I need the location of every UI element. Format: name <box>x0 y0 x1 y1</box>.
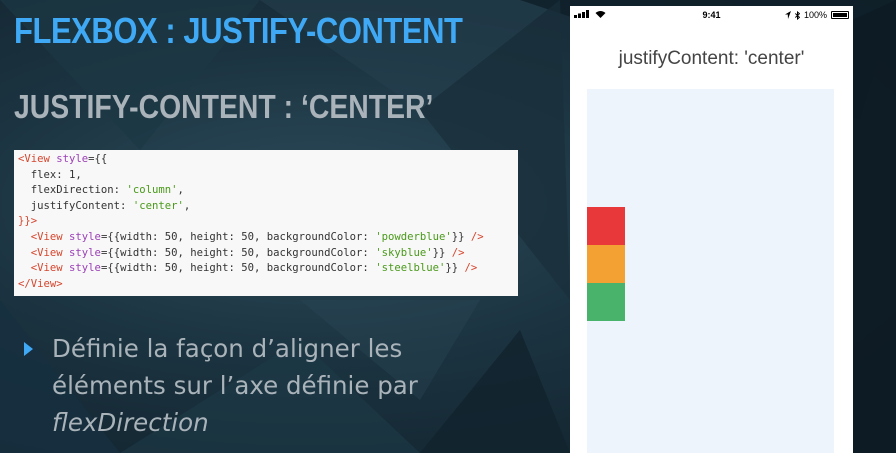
location-icon <box>784 11 791 19</box>
code-token: <View <box>18 230 63 243</box>
bullet-text: Définie la façon d’aligner les éléments … <box>52 330 513 441</box>
code-token: <View <box>18 246 63 259</box>
phone-heading: justifyContent: 'center' <box>618 48 805 69</box>
code-token: }} <box>451 230 471 243</box>
code-token: /> <box>470 230 484 243</box>
green-box <box>587 283 625 321</box>
slide-title: FLEXBOX : JUSTIFY-CONTENT <box>14 10 463 51</box>
code-token: <View <box>18 262 63 275</box>
bullet-line-3: flexDirection <box>52 408 209 437</box>
code-token: ={{width: 50, height: 50, backgroundColo… <box>100 262 376 275</box>
code-token: </View> <box>18 277 63 290</box>
battery-percent: 100% <box>803 10 827 20</box>
code-token: style <box>49 153 89 165</box>
bullet-line-2: éléments sur l’axe définie par <box>52 371 418 400</box>
code-line: <View style={{ <box>18 152 518 168</box>
code-token: , <box>177 184 184 197</box>
code-token: 'column' <box>126 184 178 197</box>
status-right: 100% <box>784 10 849 20</box>
bullet-line-1: Définie la façon d’aligner les <box>52 334 403 363</box>
code-token: , <box>183 199 191 212</box>
code-token: ={{width: 50, height: 50, backgroundColo… <box>100 246 376 259</box>
code-line: flexDirection: 'column', <box>18 183 518 199</box>
code-line: <View style={{width: 50, height: 50, bac… <box>18 230 518 246</box>
bullet-arrow-icon <box>24 342 33 356</box>
code-token: }} <box>445 262 465 275</box>
code-line: <View style={{width: 50, height: 50, bac… <box>18 246 518 262</box>
code-snippet: <View style={{ flex: 1, flexDirection: '… <box>14 150 518 296</box>
code-token: style <box>62 246 101 259</box>
code-token: flexDirection: <box>18 184 127 197</box>
code-token: 'steelblue' <box>375 262 446 275</box>
code-line: </View> <box>18 277 518 293</box>
status-bar: 9:41 100% <box>570 6 853 24</box>
code-token: style <box>62 262 101 275</box>
battery-icon <box>831 11 849 19</box>
code-token: /> <box>451 246 465 259</box>
code-token: 'center' <box>132 199 184 212</box>
flex-container <box>587 89 834 453</box>
code-token: ={{width: 50, height: 50, backgroundColo… <box>100 230 376 243</box>
bluetooth-icon <box>794 10 800 20</box>
code-line: justifyContent: 'center', <box>18 199 518 215</box>
code-token: 'powderblue' <box>375 230 452 243</box>
orange-box <box>587 245 625 283</box>
red-box <box>587 207 625 245</box>
phone-simulator: 9:41 100% justifyContent: 'center' <box>570 6 853 453</box>
code-token: justifyContent: <box>18 199 133 212</box>
code-token: /> <box>464 262 478 275</box>
code-token: ={{ <box>88 153 108 165</box>
code-line: <View style={{width: 50, height: 50, bac… <box>18 261 518 277</box>
code-token: 'skyblue' <box>375 246 433 259</box>
code-token: <View <box>18 153 50 165</box>
code-line: }}> <box>18 214 518 230</box>
code-token: }}> <box>18 215 38 228</box>
code-token: flex: <box>18 168 70 181</box>
code-token: , <box>75 168 82 181</box>
code-token: }} <box>432 246 452 259</box>
code-line: flex: 1, <box>18 168 518 184</box>
slide-subtitle: JUSTIFY-CONTENT : ‘CENTER’ <box>14 88 434 125</box>
code-token: style <box>62 230 101 243</box>
